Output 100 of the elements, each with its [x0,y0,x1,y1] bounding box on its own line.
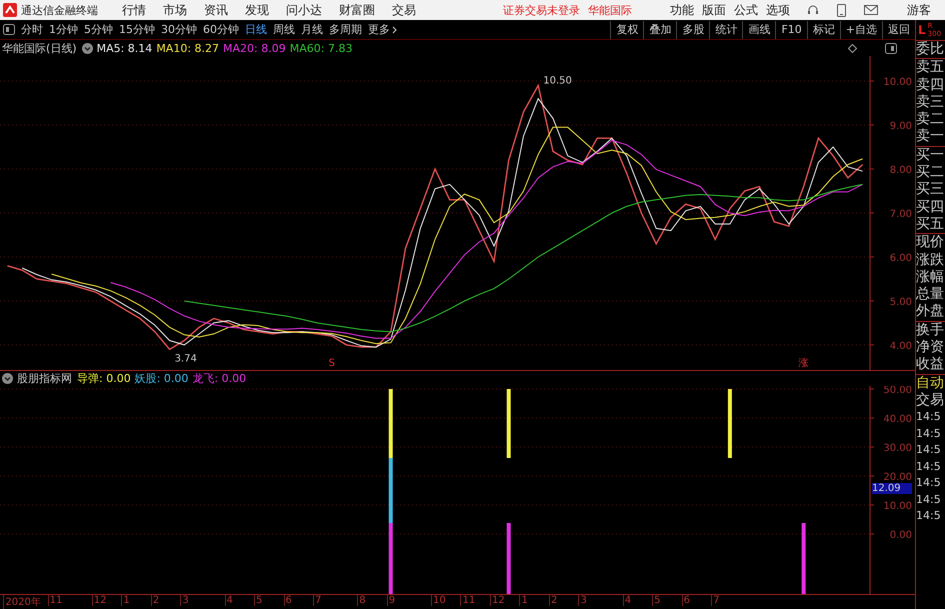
quote-label: 交易 [916,392,945,410]
period-tab[interactable]: 15分钟 [119,22,155,37]
status-notice[interactable]: 证券交易未登录 [503,2,580,18]
mode-label[interactable]: 自动 [916,374,945,392]
mail-icon[interactable] [864,5,878,15]
diamond-icon[interactable] [848,44,857,52]
quote-label: 卖二 [916,111,945,128]
quote-label: 收益 [916,356,945,374]
badge-label: L [918,23,926,37]
legend-item: 导弹: 0.00 [77,371,131,386]
menu-item[interactable]: 行情 [122,2,146,18]
axis-tick-label: 6.00 [890,252,912,264]
axis-tick-label: 7 [711,595,720,606]
axis-tick-label: 10.00 [883,501,912,512]
menu-item[interactable]: 财富圈 [339,2,375,18]
axis-tick-label: 2 [150,595,160,606]
axis-tick-label: 6 [284,595,292,606]
menu-item[interactable]: 功能 [670,2,694,18]
menu-item[interactable]: 公式 [734,2,758,18]
menu-item[interactable]: 资讯 [204,2,228,18]
trade-time: 14:5 [916,426,942,442]
quote-label: 涨跌 [916,252,945,269]
axis-tick-label: 5 [652,595,661,606]
trade-time: 14:5 [916,409,942,426]
period-tab[interactable]: 日线 [245,22,267,37]
period-tab[interactable]: 周线 [273,22,295,37]
cursor-value-label: 12.09 [872,483,912,494]
axis-tick-label: 1 [121,595,130,606]
period-tab[interactable]: 更多 [368,22,397,37]
legend-item: MA60: 7.83 [290,42,352,54]
menu-item[interactable]: 选项 [766,2,790,18]
quote-label: 净资 [916,339,945,356]
axis-tick-label: 4 [622,595,632,606]
quote-label: 涨幅 [916,268,945,286]
quote-label: 卖一 [916,128,945,146]
menu-item[interactable]: 市场 [163,2,187,18]
quote-label: 卖五 [916,59,945,77]
dropdown-icon[interactable] [82,42,93,54]
trade-time: 14:5 [916,475,942,492]
panel-toggle-icon[interactable] [3,24,15,35]
trade-time: 14:5 [916,508,942,524]
chevron-icon [392,26,397,34]
menu-item[interactable]: 问小达 [286,2,322,18]
axis-tick-label: 3 [180,595,189,606]
period-tab[interactable]: 60分钟 [203,22,239,37]
legend-item: MA10: 8.27 [156,42,220,54]
menu-item[interactable]: 版面 [702,2,726,18]
axis-tick-label: 40.00 [883,414,912,425]
dropdown-icon[interactable] [2,373,13,384]
axis-tick-label: 7.00 [890,209,912,220]
period-tab[interactable]: 多周期 [329,22,362,37]
axis-tick-label: 12 [490,595,505,606]
phone-icon[interactable] [837,4,846,16]
axis-tick-label: 4 [224,595,233,606]
quote-label: 外盘 [916,303,945,321]
panel-toggle-icon[interactable] [885,42,897,54]
quote-label: 买二 [916,164,945,182]
axis-tick-label: 10.00 [883,77,912,88]
axis-tick-label: 2020年 [3,595,41,609]
quote-label: 换手 [916,322,945,340]
menu-item[interactable]: 发现 [245,2,269,18]
period-tab[interactable]: 5分钟 [84,22,113,37]
axis-tick-label: 10 [431,595,446,606]
axis-tick-label: 0.00 [890,530,912,541]
status-notice[interactable]: 华能国际 [588,2,632,18]
axis-tick-label: 20.00 [883,472,912,483]
legend-item: MA20: 8.09 [223,42,286,54]
trade-time: 14:5 [916,442,942,458]
legend-item: 妖股: 0.00 [134,371,188,386]
axis-tick-label: 12 [92,595,107,606]
quote-label: 卖三 [916,94,945,112]
menu-item[interactable]: 交易 [392,2,416,18]
axis-tick-label: 9.00 [890,121,912,132]
quote-label: 买四 [916,198,945,216]
axis-tick-label: 3 [578,595,587,606]
period-tab[interactable]: 30分钟 [161,22,197,37]
period-tab[interactable]: 1分钟 [49,22,78,37]
axis-tick-label: 4.00 [890,340,912,352]
axis-tick-label: 1 [519,595,528,606]
period-tab[interactable]: 月线 [301,22,323,37]
trade-time: 14:5 [916,492,942,508]
period-tab[interactable]: 分时 [21,22,43,37]
legend-item: 龙飞: 0.00 [192,371,246,386]
axis-tick-label: 9 [386,595,396,606]
indicator-title: 股朋指标网 [17,371,72,386]
headset-icon[interactable] [807,4,819,16]
quote-label: 买五 [916,216,945,234]
legend-item: MA5: 8.14 [96,42,152,54]
axis-tick-label: 30.00 [883,443,912,454]
axis-tick-label: 5.00 [890,296,912,308]
axis-tick-label: 11 [460,595,476,606]
quote-label: 买一 [916,146,945,164]
trade-time: 14:5 [916,458,942,475]
axis-tick-label: 6 [682,595,690,606]
signal-mark: 涨 [798,358,809,369]
user-label[interactable]: 游客 [907,2,931,18]
app-title: 通达信金融终端 [21,2,98,18]
chart-title: 华能国际(日线) [2,40,77,56]
axis-tick-label: 7 [313,595,322,606]
price-annotation: 3.74 [174,353,197,364]
